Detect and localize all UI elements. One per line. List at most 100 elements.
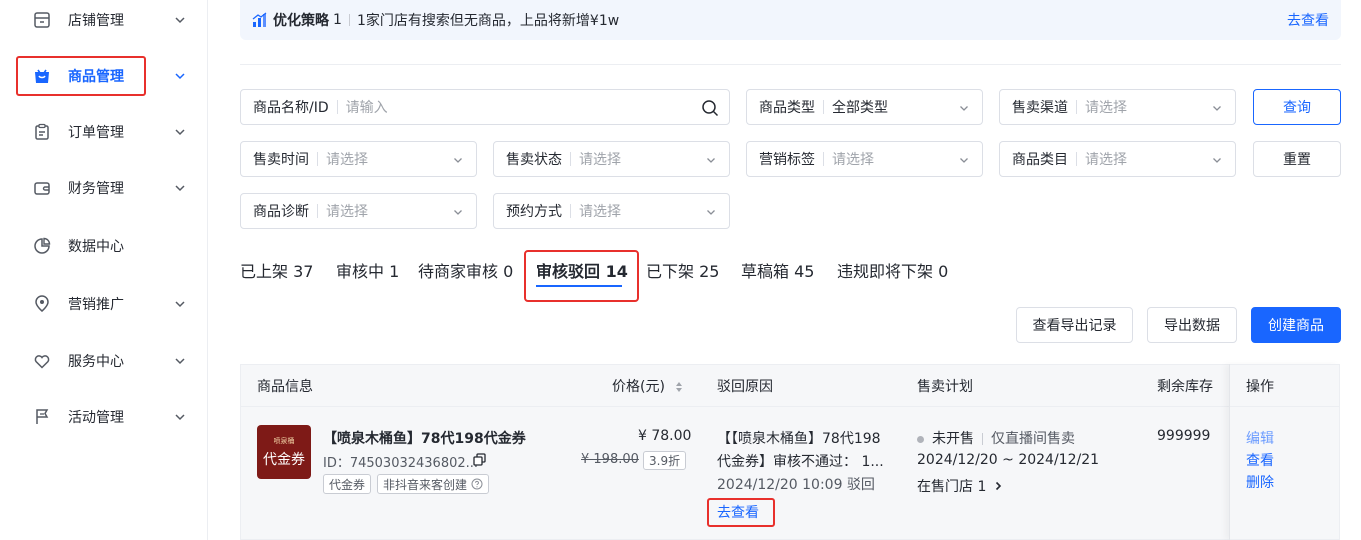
store-icon: [32, 10, 52, 30]
filter-label: 售卖渠道: [1012, 100, 1068, 116]
delete-link[interactable]: 删除: [1246, 472, 1274, 492]
sale-status-select[interactable]: 售卖状态 请选择: [493, 141, 730, 177]
product-diagnosis-select[interactable]: 商品诊断 请选择: [240, 193, 477, 229]
chevron-down-icon: [960, 158, 968, 163]
product-name-search-input[interactable]: 商品名称/ID 请输入: [240, 89, 730, 125]
thumbnail-brand: 喷泉桶: [273, 436, 295, 445]
view-export-records-button[interactable]: 查看导出记录: [1016, 307, 1133, 343]
chevron-down-icon: [454, 210, 462, 215]
filter-placeholder: 请选择: [1085, 152, 1127, 168]
filter-label: 商品类型: [759, 100, 815, 116]
column-header-stock: 剩余库存: [1157, 379, 1213, 395]
product-title[interactable]: 【喷泉木桶鱼】78代198代金券: [323, 428, 526, 448]
column-header-price[interactable]: 价格(元): [612, 376, 683, 396]
chevron-down-icon: [175, 185, 185, 192]
tab-delisted[interactable]: 已下架 25: [646, 258, 719, 282]
chevron-right-icon: [995, 481, 1001, 491]
divider: [240, 64, 1341, 65]
reject-time: 2024/12/20 10:09 驳回: [717, 477, 875, 493]
sidebar-item-store[interactable]: 店铺管理: [0, 0, 208, 40]
sidebar-item-service[interactable]: 服务中心: [0, 341, 208, 381]
product-type-select[interactable]: 商品类型 全部类型: [746, 89, 983, 125]
sale-channel: 仅直播间售卖: [991, 431, 1075, 447]
filter-separator: [336, 100, 338, 114]
sidebar-item-activities[interactable]: 活动管理: [0, 397, 208, 437]
filter-separator: [317, 204, 318, 218]
price-original: ¥ 198.00: [581, 452, 639, 467]
sidebar-item-label: 订单管理: [68, 125, 124, 141]
filter-label: 预约方式: [506, 204, 562, 220]
sidebar-item-label: 服务中心: [68, 354, 124, 370]
reject-reason-line2: 代金券】审核不通过： 1...: [717, 454, 884, 470]
filter-placeholder: 请选择: [326, 204, 368, 220]
filter-separator: [317, 152, 318, 166]
tab-pending-merchant-review[interactable]: 待商家审核 0: [418, 258, 513, 282]
status-dot: [917, 435, 924, 443]
sidebar-item-label: 活动管理: [68, 410, 124, 426]
export-data-button[interactable]: 导出数据: [1147, 307, 1237, 343]
create-product-button[interactable]: 创建商品: [1251, 307, 1341, 343]
booking-method-select[interactable]: 预约方式 请选择: [493, 193, 730, 229]
edit-link[interactable]: 编辑: [1246, 428, 1274, 448]
tab-drafts[interactable]: 草稿箱 45: [741, 258, 814, 282]
sale-status-line: 未开售 仅直播间售卖: [917, 428, 1075, 448]
sale-date-range: 2024/12/20 ~ 2024/12/21: [917, 452, 1100, 468]
help-circle-icon[interactable]: [471, 478, 483, 490]
sidebar-item-label: 店铺管理: [68, 13, 124, 29]
tab-under-review[interactable]: 审核中 1: [336, 258, 399, 282]
filter-separator: [823, 152, 824, 166]
filter-label: 售卖状态: [506, 152, 562, 168]
chevron-down-icon: [175, 73, 185, 80]
column-header-price-label: 价格(元): [612, 379, 665, 395]
sidebar-item-label: 营销推广: [68, 297, 124, 313]
filter-label: 售卖时间: [253, 152, 309, 168]
sidebar-item-finance[interactable]: 财务管理: [0, 168, 208, 208]
tab-violation-delisting[interactable]: 违规即将下架 0: [837, 258, 948, 282]
chevron-down-icon: [454, 158, 462, 163]
chevron-down-icon: [1213, 106, 1221, 111]
search-icon[interactable]: [701, 99, 719, 117]
chevron-down-icon: [707, 210, 715, 215]
thumbnail-text: 代金券: [263, 451, 305, 468]
chevron-down-icon: [175, 129, 185, 136]
filter-placeholder: 请选择: [326, 152, 368, 168]
column-header-sale-plan: 售卖计划: [917, 379, 973, 395]
on-sale-stores[interactable]: 在售门店 1: [917, 476, 1003, 496]
reset-button[interactable]: 重置: [1253, 141, 1341, 177]
filter-placeholder: 请选择: [832, 152, 874, 168]
product-category-select[interactable]: 商品类目 请选择: [999, 141, 1236, 177]
marketing-tag-select[interactable]: 营销标签 请选择: [746, 141, 983, 177]
banner-title: 优化策略: [273, 13, 329, 29]
pie-chart-icon: [32, 236, 52, 256]
banner-text: 1家门店有搜索但无商品，上品将新增¥1w: [357, 13, 620, 29]
discount-badge: 3.9折: [643, 451, 687, 470]
banner-count: 1: [333, 12, 342, 28]
on-sale-stores-label: 在售门店 1: [917, 479, 987, 495]
sidebar-item-data-center[interactable]: 数据中心: [0, 226, 208, 266]
filter-placeholder: 请选择: [579, 204, 621, 220]
copy-icon[interactable]: [473, 453, 486, 466]
sidebar-item-orders[interactable]: 订单管理: [0, 112, 208, 152]
sale-time-select[interactable]: 售卖时间 请选择: [240, 141, 477, 177]
query-button[interactable]: 查询: [1253, 89, 1341, 125]
chevron-down-icon: [960, 106, 968, 111]
chevron-down-icon: [175, 17, 185, 24]
sort-icon[interactable]: [675, 381, 683, 393]
tag-label: 非抖音来客创建: [383, 477, 468, 492]
chevron-down-icon: [175, 414, 185, 421]
filter-label: 商品类目: [1012, 152, 1068, 168]
tab-listed[interactable]: 已上架 37: [240, 258, 313, 282]
sales-channel-select[interactable]: 售卖渠道 请选择: [999, 89, 1236, 125]
chevron-down-icon: [707, 158, 715, 163]
view-link[interactable]: 查看: [1246, 450, 1274, 470]
sidebar: 店铺管理 商品管理 订单管理 财务管理 数据中心 营销推广 服务中心 活动管理: [0, 0, 208, 540]
highlight-box: [524, 250, 639, 302]
column-header-operations: 操作: [1246, 379, 1274, 395]
table-row: [240, 406, 1340, 540]
order-clipboard-icon: [32, 122, 52, 142]
sidebar-item-marketing[interactable]: 营销推广: [0, 284, 208, 324]
remaining-stock: 999999: [1157, 428, 1211, 444]
filter-placeholder: 请选择: [579, 152, 621, 168]
banner-view-link[interactable]: 去查看: [1287, 10, 1329, 30]
product-thumbnail[interactable]: 喷泉桶 代金券: [257, 425, 311, 479]
